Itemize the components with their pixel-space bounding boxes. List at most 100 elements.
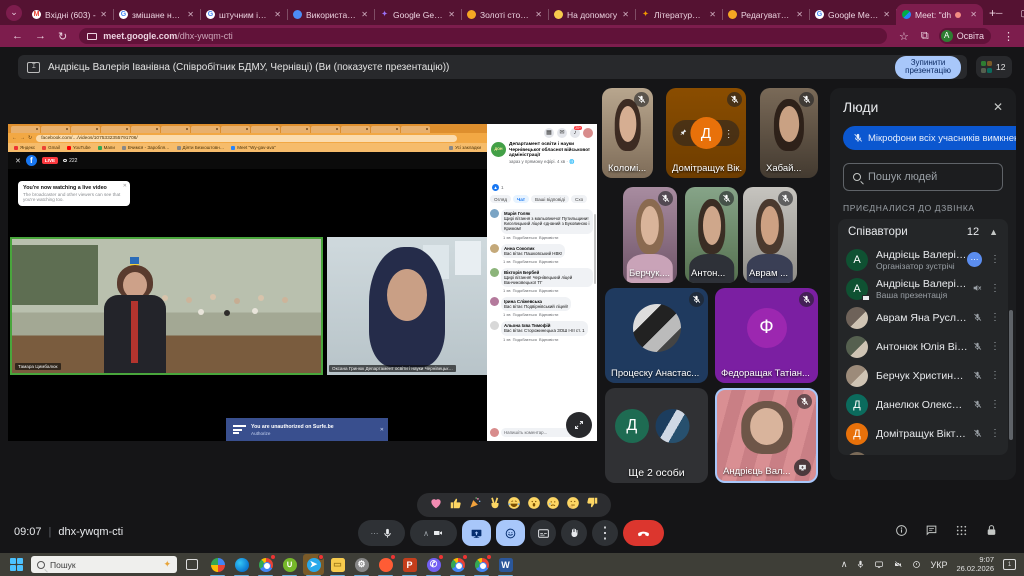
taskbar-app-viber[interactable]: ✆ <box>423 554 444 575</box>
comment-meta[interactable]: 1 хв Подобається Відповісти <box>503 337 588 342</box>
tab-close-icon[interactable]: ✕ <box>448 10 455 19</box>
reload-button[interactable]: ↻ <box>58 30 67 43</box>
stop-presenting-button[interactable]: Зупинити презентацію <box>895 56 961 79</box>
participant-row[interactable]: AАндрієць Валерія І... (Ви)Організатор з… <box>838 245 1008 274</box>
address-bar[interactable]: meet.google.com/dhx-ywqm-cti <box>79 28 887 44</box>
participant-row[interactable]: ДДанелюк Олександр І...⋮ <box>838 390 1008 419</box>
raise-hand-button[interactable] <box>561 520 587 546</box>
toast-close-icon[interactable]: ✕ <box>123 183 127 189</box>
fb-notifications-icon[interactable]: ♪20+ <box>570 128 580 138</box>
tab-close-icon[interactable]: ✕ <box>187 10 194 19</box>
pin-icon[interactable] <box>678 124 688 142</box>
tile-protsesku[interactable]: Процеску Анастас... <box>605 288 708 383</box>
browser-tab[interactable]: ✦Google Gemini✕ <box>374 4 461 25</box>
participant-count-widget[interactable]: 12 <box>976 56 1012 78</box>
reaction-👍[interactable] <box>449 496 463 515</box>
fb-tab-Огляд[interactable]: Огляд <box>490 195 511 203</box>
language-indicator[interactable]: УКР <box>930 560 947 570</box>
participant-row[interactable]: Берчук Христина Юрії...⋮ <box>838 361 1008 390</box>
more-options-button[interactable]: ⋮ <box>592 520 618 546</box>
fb-tab-Схо[interactable]: Схо <box>571 195 587 203</box>
tab-close-icon[interactable]: ✕ <box>622 10 629 19</box>
maximize-button[interactable]: ▢ <box>1020 8 1024 19</box>
mute-all-button[interactable]: Мікрофони всіх учасників вимкнено <box>843 126 1016 150</box>
end-call-button[interactable] <box>623 520 664 546</box>
browser-tab[interactable]: Редагувати ку✕ <box>722 4 809 25</box>
reactions-button[interactable] <box>496 520 525 546</box>
reaction-💖[interactable] <box>429 496 443 515</box>
taskbar-app-word[interactable]: W <box>495 554 516 575</box>
participant-row[interactable]: Аврам Яна Русланівна ...⋮ <box>838 303 1008 332</box>
tile-fedorashchak[interactable]: ФФедоращак Татіан... <box>715 288 818 383</box>
expand-presentation-button[interactable] <box>566 412 592 438</box>
bookmark-star-icon[interactable]: ☆ <box>899 30 909 43</box>
tab-close-icon[interactable]: ✕ <box>100 10 107 19</box>
tile-kolomi[interactable]: Коломі... <box>602 88 653 178</box>
tab-close-icon[interactable]: ✕ <box>709 10 716 19</box>
tray-camera-off-icon[interactable] <box>893 560 903 569</box>
tab-close-icon[interactable]: ✕ <box>535 10 542 19</box>
tray-chevron-icon[interactable]: ∧ <box>841 559 848 570</box>
bookmark-item[interactable]: Вчимся - Заробля… <box>122 145 170 150</box>
taskbar-app-chrome[interactable] <box>471 554 492 575</box>
shared-screen[interactable]: ←→↻ facebook.com/…/videos/10753323557917… <box>8 124 597 441</box>
browser-tab[interactable]: MВхідні (603) - ✕ <box>26 4 113 25</box>
tab-close-icon[interactable]: ✕ <box>883 10 890 19</box>
participant-menu-icon[interactable]: ⋮ <box>990 370 1000 381</box>
back-button[interactable]: ← <box>12 30 23 42</box>
participant-menu-icon[interactable]: ⋮ <box>990 254 1000 265</box>
taskbar-app-explorer[interactable]: ▭ <box>327 554 348 575</box>
tray-update-icon[interactable] <box>912 560 921 569</box>
participant-row[interactable]: Коломійченко Каріна ...⋮ <box>838 448 1008 455</box>
taskbar-app-chrome[interactable] <box>447 554 468 575</box>
chat-icon[interactable] <box>925 524 938 537</box>
tab-close-icon[interactable]: ✕ <box>970 10 977 19</box>
tile-khabai[interactable]: Хабай... <box>760 88 818 178</box>
reaction-😂[interactable] <box>507 496 521 515</box>
present-screen-button[interactable] <box>462 520 491 546</box>
surfe-authorize-link[interactable]: Authorize <box>251 431 334 436</box>
participant-row[interactable]: ДДомітращук Вікторія С...⋮ <box>838 419 1008 448</box>
browser-tab[interactable]: GGoogle Менед✕ <box>809 4 896 25</box>
contributors-header[interactable]: Співавтори 12 ▲ <box>838 219 1008 245</box>
taskbar-app-edge[interactable] <box>231 554 252 575</box>
close-panel-icon[interactable]: ✕ <box>993 100 1003 114</box>
browser-tab[interactable]: Meet: "dh✕ <box>896 4 983 25</box>
fb-page-name[interactable]: Департамент освіти і науки Чернівецької … <box>509 142 593 159</box>
comment-meta[interactable]: 1 хв Подобається Відповісти <box>503 288 593 293</box>
tray-mic-icon[interactable] <box>856 560 865 569</box>
participant-menu-icon[interactable]: ⋮ <box>990 312 1000 323</box>
reaction-🎉[interactable] <box>468 496 482 515</box>
reaction-🤔[interactable] <box>566 496 580 515</box>
reaction-😢[interactable] <box>546 496 560 515</box>
tab-close-icon[interactable]: ✕ <box>361 10 368 19</box>
bookmark-item[interactable]: Усі закладки <box>449 145 481 150</box>
bookmark-item[interactable]: Meet "Wy-gav-ava" <box>231 145 275 150</box>
tile-self[interactable]: Андрієць Вал... <box>715 388 818 483</box>
browser-tab[interactable]: Gзмішане навч✕ <box>113 4 200 25</box>
close-video-icon[interactable]: ✕ <box>15 157 21 165</box>
profile-chip[interactable]: A Освіта <box>939 28 991 44</box>
browser-tab[interactable]: На допомогу✕ <box>548 4 635 25</box>
people-search-input[interactable]: Пошук людей <box>843 163 1003 191</box>
browser-tab[interactable]: Gштучним інте✕ <box>200 4 287 25</box>
browser-menu-icon[interactable]: ⋮ <box>1003 30 1014 43</box>
captions-button[interactable] <box>530 520 556 546</box>
participant-menu-icon[interactable]: ⋮ <box>990 283 1000 294</box>
taskbar-app-app-orange[interactable] <box>375 554 396 575</box>
forward-button[interactable]: → <box>35 30 46 42</box>
panel-scrollbar[interactable] <box>1009 310 1013 440</box>
tab-close-icon[interactable]: ✕ <box>796 10 803 19</box>
tile-berchuk[interactable]: Берчук.... <box>623 187 677 283</box>
bookmark-item[interactable]: Мапи <box>98 145 115 150</box>
comment-meta[interactable]: 1 хв Подобається Відповісти <box>503 235 593 240</box>
bookmark-item[interactable]: Яндекс <box>14 145 35 150</box>
camera-button[interactable]: ∧ <box>410 520 457 546</box>
participant-row[interactable]: AАндрієць Валерія Івані...Ваша презентац… <box>838 274 1008 303</box>
minimize-button[interactable]: ─ <box>996 8 1002 19</box>
tile-anton[interactable]: Антон... <box>685 187 738 283</box>
task-view-button[interactable] <box>186 559 198 570</box>
fb-scrollbar[interactable] <box>594 214 596 284</box>
notification-center-icon[interactable]: 1 <box>1003 559 1016 570</box>
more-icon[interactable]: ⋮ <box>724 124 734 142</box>
